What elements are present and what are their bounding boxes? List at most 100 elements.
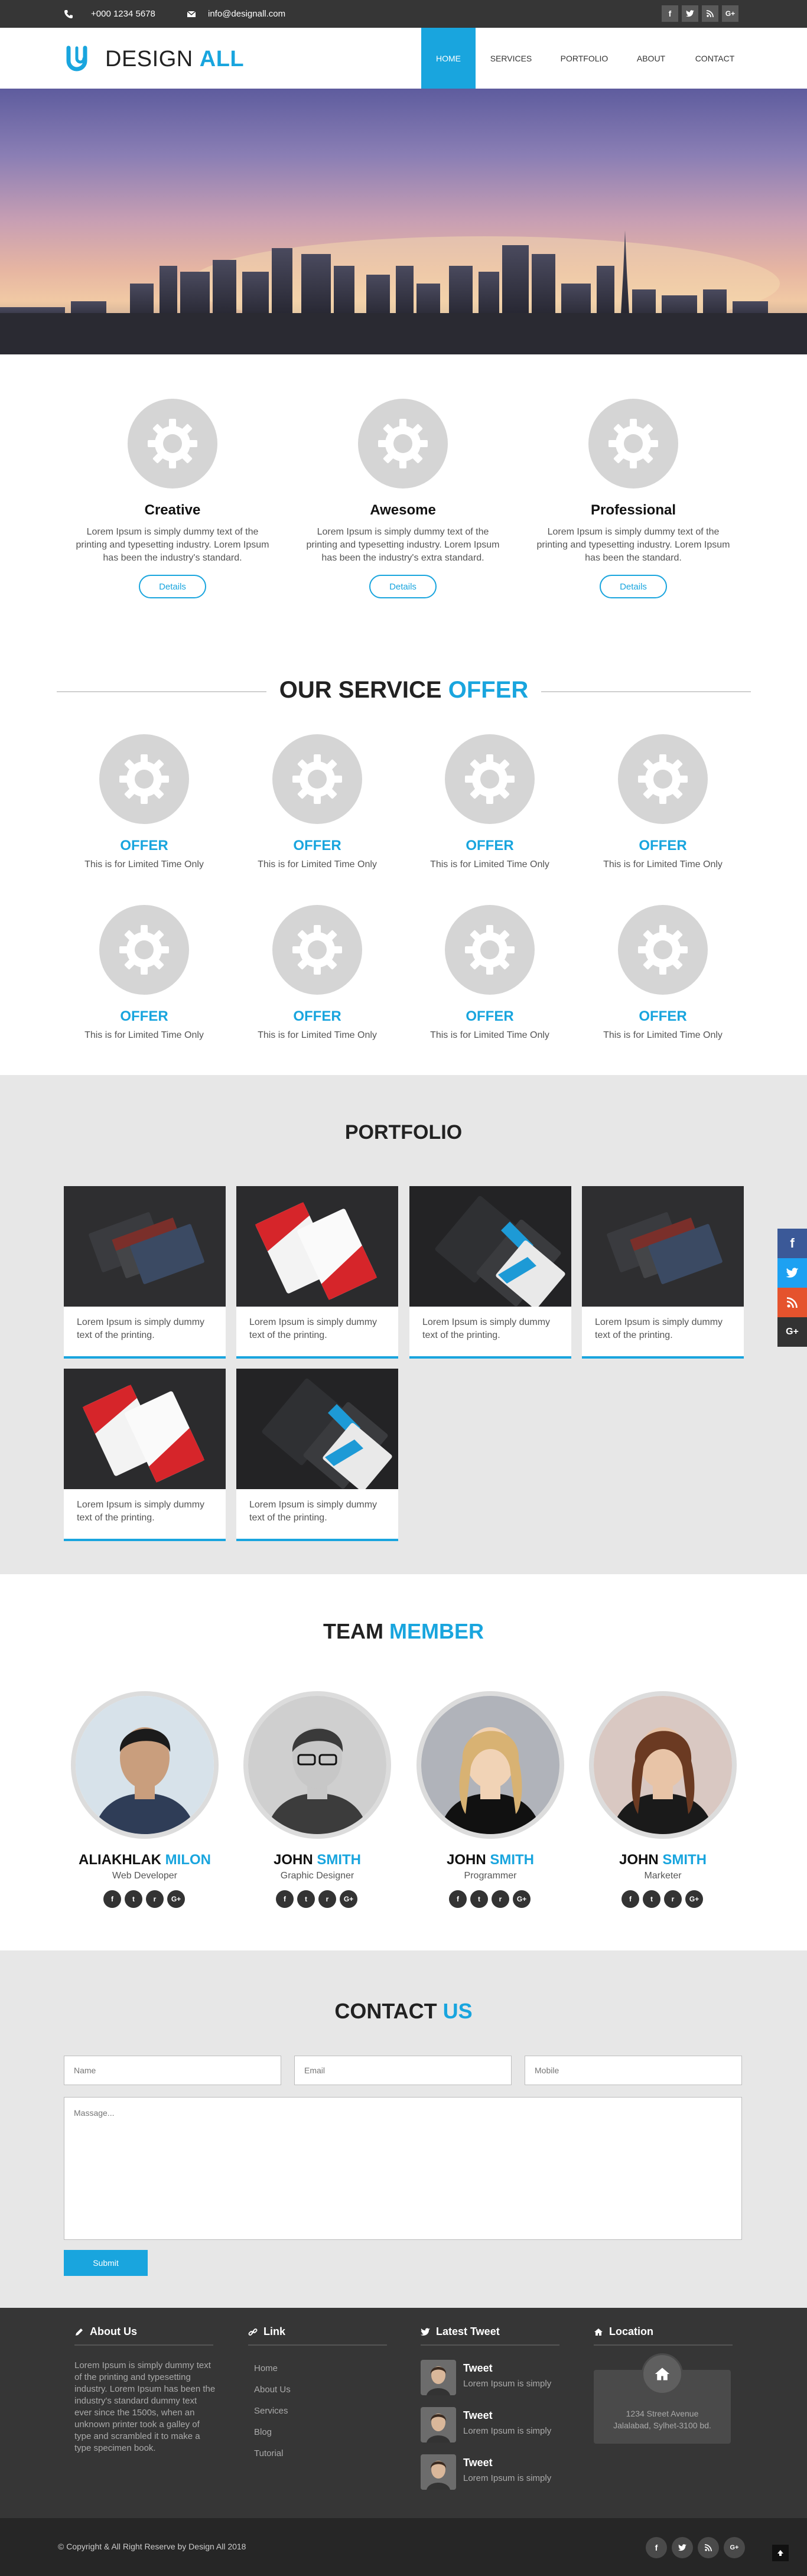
portfolio-card[interactable]: Lorem Ipsum is simply dummy text of the … — [409, 1186, 571, 1359]
side-facebook-icon[interactable]: f — [777, 1229, 807, 1258]
twitter-icon[interactable] — [672, 2537, 693, 2558]
message-field[interactable] — [64, 2097, 742, 2240]
location-heading: Location — [594, 2326, 653, 2338]
details-button[interactable]: Details — [600, 575, 667, 598]
rss-icon[interactable]: r — [318, 1890, 336, 1908]
details-button[interactable]: Details — [139, 575, 206, 598]
google-plus-icon[interactable]: G+ — [167, 1890, 185, 1908]
offer-title: OFFER — [639, 1008, 687, 1024]
facebook-icon[interactable]: f — [449, 1890, 467, 1908]
gear-icon — [128, 399, 217, 489]
facebook-icon[interactable]: f — [662, 5, 678, 22]
google-plus-icon[interactable]: G+ — [513, 1890, 531, 1908]
details-button[interactable]: Details — [369, 575, 437, 598]
team-heading: TEAM MEMBER — [323, 1619, 484, 1643]
phone-icon — [64, 9, 73, 18]
feature-title: Creative — [144, 502, 201, 518]
nav-home[interactable]: HOME — [421, 28, 476, 89]
facebook-icon[interactable]: f — [103, 1890, 121, 1908]
footer-link[interactable]: Services — [254, 2406, 288, 2416]
business-card-image — [582, 1186, 744, 1307]
pencil-icon — [76, 2328, 83, 2336]
twitter-icon[interactable]: t — [125, 1890, 142, 1908]
feature-text: Lorem Ipsum is simply dummy text of the … — [76, 527, 269, 563]
footer-link[interactable]: Home — [254, 2363, 278, 2373]
nav-contact[interactable]: CONTACT — [685, 28, 744, 89]
portfolio-caption: Lorem Ipsum is simply dummy text of the … — [249, 1317, 378, 1340]
logo-text: DESIGN ALL — [105, 46, 245, 71]
portfolio-card[interactable]: Lorem Ipsum is simply dummy text of the … — [236, 1369, 398, 1541]
mobile-field[interactable] — [525, 2056, 742, 2085]
business-card-image — [236, 1186, 398, 1307]
side-rss-icon[interactable] — [777, 1288, 807, 1317]
offer-text: This is for Limited Time Only — [603, 859, 723, 869]
phone-contact: +000 1234 5678 — [64, 9, 155, 19]
side-google-plus-icon[interactable]: G+ — [777, 1317, 807, 1347]
google-plus-icon[interactable]: G+ — [724, 2537, 745, 2558]
feature-title: Awesome — [370, 502, 436, 518]
portfolio-card[interactable]: Lorem Ipsum is simply dummy text of the … — [236, 1186, 398, 1359]
nav-services[interactable]: SERVICES — [481, 28, 541, 89]
rss-icon[interactable] — [698, 2537, 719, 2558]
team-section: TEAM MEMBER ALIAKHLAK MILON Web Developer… — [0, 1574, 807, 1950]
name-field[interactable] — [64, 2056, 281, 2085]
address-line-2: Jalalabad, Sylhet-3100 bd. — [613, 2421, 711, 2430]
offer-text: This is for Limited Time Only — [430, 1030, 549, 1040]
email-contact[interactable]: info@designall.com — [187, 9, 285, 19]
rss-icon[interactable] — [702, 5, 718, 22]
member-name: JOHN SMITH — [619, 1852, 707, 1868]
gear-icon — [99, 734, 189, 824]
offer-title: OFFER — [120, 838, 168, 854]
footer-link[interactable]: Tutorial — [254, 2448, 283, 2458]
member-avatar — [71, 1691, 219, 1839]
features-section: Creative Lorem Ipsum is simply dummy tex… — [0, 354, 807, 638]
facebook-icon[interactable]: f — [621, 1890, 639, 1908]
footer-divider — [74, 2344, 213, 2346]
footer-link[interactable]: About Us — [254, 2385, 291, 2395]
portfolio-caption: Lorem Ipsum is simply dummy text of the … — [77, 1317, 205, 1340]
email-field[interactable] — [294, 2056, 512, 2085]
member-avatar — [243, 1691, 391, 1839]
portfolio-caption: Lorem Ipsum is simply dummy text of the … — [249, 1500, 378, 1523]
rss-icon[interactable]: r — [492, 1890, 509, 1908]
business-card-image — [64, 1369, 226, 1489]
facebook-icon[interactable]: f — [646, 2537, 667, 2558]
side-twitter-icon[interactable] — [777, 1258, 807, 1288]
back-to-top-button[interactable] — [772, 2545, 789, 2561]
twitter-icon[interactable]: t — [297, 1890, 315, 1908]
gear-icon — [99, 905, 189, 995]
site-logo[interactable]: DESIGN ALL — [64, 42, 244, 76]
twitter-icon[interactable]: t — [470, 1890, 488, 1908]
google-plus-icon[interactable]: G+ — [722, 5, 738, 22]
google-plus-icon[interactable]: G+ — [340, 1890, 357, 1908]
member-avatar — [589, 1691, 737, 1839]
member-role: Programmer — [464, 1871, 517, 1881]
home-icon — [642, 2353, 683, 2395]
submit-button[interactable]: Submit — [64, 2250, 148, 2276]
google-plus-icon[interactable]: G+ — [685, 1890, 703, 1908]
rss-icon[interactable]: r — [146, 1890, 164, 1908]
gear-icon — [618, 734, 708, 824]
nav-portfolio[interactable]: PORTFOLIO — [549, 28, 619, 89]
facebook-icon[interactable]: f — [276, 1890, 294, 1908]
portfolio-caption: Lorem Ipsum is simply dummy text of the … — [595, 1317, 723, 1340]
tweet-avatar — [421, 2454, 456, 2490]
offer-title: OFFER — [120, 1008, 168, 1024]
rss-icon[interactable]: r — [664, 1890, 682, 1908]
services-heading: OUR SERVICE OFFER — [279, 677, 529, 703]
twitter-icon[interactable] — [682, 5, 698, 22]
hero-banner — [0, 89, 807, 354]
twitter-icon[interactable]: t — [643, 1890, 660, 1908]
portfolio-card[interactable]: Lorem Ipsum is simply dummy text of the … — [582, 1186, 744, 1359]
portfolio-card[interactable]: Lorem Ipsum is simply dummy text of the … — [64, 1186, 226, 1359]
gear-icon — [272, 734, 362, 824]
footer-link[interactable]: Blog — [254, 2427, 272, 2437]
gear-icon — [358, 399, 448, 489]
portfolio-card[interactable]: Lorem Ipsum is simply dummy text of the … — [64, 1369, 226, 1541]
email-address[interactable]: info@designall.com — [208, 9, 285, 19]
site-header: DESIGN ALL HOME SERVICES PORTFOLIO ABOUT… — [0, 28, 807, 89]
nav-about[interactable]: ABOUT — [626, 28, 676, 89]
portfolio-caption: Lorem Ipsum is simply dummy text of the … — [422, 1317, 551, 1340]
tweet-text: Lorem Ipsum is simply — [463, 2473, 552, 2483]
top-bar: +000 1234 5678 info@designall.com f G+ — [0, 0, 807, 28]
